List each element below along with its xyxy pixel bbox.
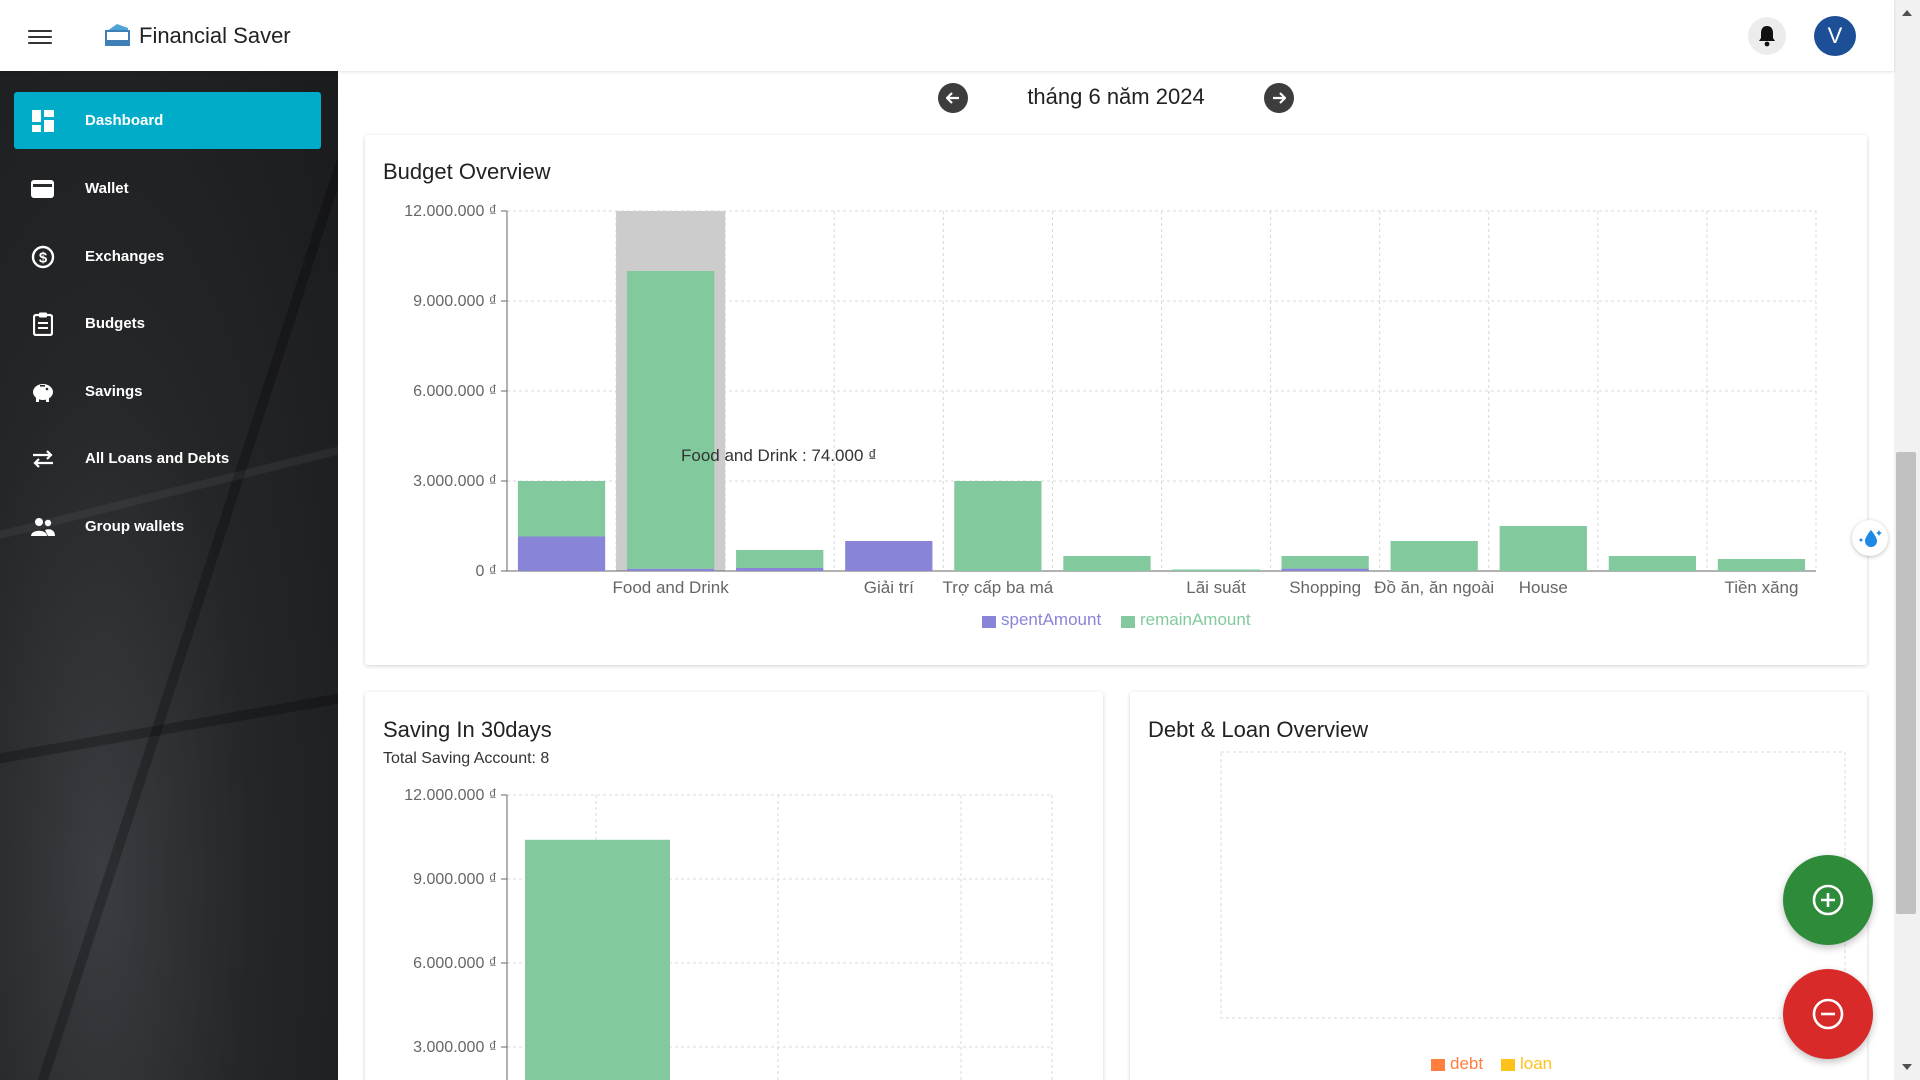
legend-label-debt: debt — [1450, 1054, 1483, 1073]
legend-swatch-debt — [1431, 1059, 1445, 1071]
bar-spent-amount — [517, 536, 606, 571]
sidebar-item-label: Budgets — [85, 315, 145, 332]
bar-saving-amount — [525, 839, 670, 1080]
saving-30days-card: Saving In 30days Total Saving Account: 8… — [365, 692, 1103, 1080]
dashboard-icon — [30, 108, 56, 134]
svg-text:$: $ — [39, 250, 48, 267]
top-app-bar: Financial Saver V — [0, 0, 1894, 71]
previous-month-button[interactable] — [938, 83, 968, 113]
next-month-button[interactable] — [1264, 83, 1294, 113]
empty-chart-grid — [1220, 751, 1846, 1019]
current-month-label: tháng 6 năm 2024 — [1027, 84, 1205, 109]
y-tick-label: 0 ₫ — [475, 563, 497, 580]
x-tick-label: Trợ cấp ba má — [943, 578, 1054, 597]
droplet-sparkle-icon — [1859, 530, 1882, 547]
x-tick-label: Đồ ăn, ăn ngoài — [1374, 578, 1494, 597]
sidebar-item-savings[interactable]: Savings — [14, 363, 321, 420]
arrow-left-icon — [946, 92, 959, 104]
saving-chart: 3.000.000 ₫ 6.000.000 ₫ 9.000.000 ₫ 12.000.… — [404, 787, 1053, 1080]
minus-circle-icon — [1812, 998, 1844, 1030]
legend-label-remain: remainAmount — [1140, 610, 1251, 629]
bar-remain-amount — [736, 550, 824, 568]
x-tick-label: Giải trí — [864, 578, 914, 597]
sidebar-item-label: Dashboard — [85, 112, 164, 129]
sidebar-item-exchanges[interactable]: $ Exchanges — [14, 228, 321, 285]
y-tick-label: 12.000.000 ₫ — [404, 787, 497, 804]
sidebar: Dashboard Wallet $ Exchanges Budgets Sav… — [0, 71, 338, 1080]
debt-loan-chart: debt loan — [1220, 751, 1846, 1073]
bar-remain-amount — [1063, 556, 1151, 571]
bar-remain-amount — [1608, 556, 1697, 571]
debt-loan-card: Debt & Loan Overview debt loan — [1130, 692, 1867, 1080]
y-tick-label: 9.000.000 ₫ — [413, 293, 497, 310]
sidebar-item-dashboard[interactable]: Dashboard — [14, 92, 321, 149]
tooltip-label: Food and Drink : 74.000 ₫ — [681, 446, 877, 465]
legend-swatch-loan — [1501, 1059, 1515, 1071]
sidebar-background-texture — [30, 71, 338, 1080]
y-tick-label: 3.000.000 ₫ — [413, 1039, 497, 1056]
legend-swatch-remain — [1121, 616, 1135, 628]
bar-remain-amount — [954, 481, 1042, 571]
bar-remain-amount — [1172, 569, 1260, 571]
sidebar-item-label: All Loans and Debts — [85, 450, 230, 467]
sidebar-item-label: Exchanges — [85, 248, 165, 265]
sidebar-item-label: Savings — [85, 383, 143, 400]
scrollbar-thumb[interactable] — [1896, 452, 1916, 914]
wallet-icon — [30, 176, 56, 202]
user-avatar[interactable]: V — [1814, 16, 1856, 56]
sidebar-item-label: Group wallets — [85, 518, 185, 535]
exchange-icon: $ — [30, 244, 56, 270]
x-tick-label: Tiền xăng — [1724, 578, 1798, 597]
legend-label-loan: loan — [1520, 1054, 1552, 1073]
sidebar-item-budgets[interactable]: Budgets — [14, 295, 321, 352]
notification-bell-button[interactable] — [1748, 17, 1786, 55]
x-tick-label: Shopping — [1289, 578, 1361, 597]
y-tick-label: 6.000.000 ₫ — [413, 383, 497, 400]
sidebar-item-loans-debts[interactable]: All Loans and Debts — [14, 430, 321, 487]
bar-spent-amount — [1281, 568, 1369, 571]
hamburger-menu-icon[interactable] — [28, 26, 52, 46]
y-tick-label: 9.000.000 ₫ — [413, 871, 497, 888]
bar-remain-amount — [626, 271, 715, 569]
app-logo-icon — [105, 24, 130, 46]
legend-swatch-spent — [982, 616, 996, 628]
add-transaction-button[interactable] — [1783, 855, 1873, 945]
y-tick-label: 12.000.000 ₫ — [404, 203, 497, 220]
swap-arrows-icon — [30, 446, 56, 472]
y-tick-label: 6.000.000 ₫ — [413, 955, 497, 972]
bar-remain-amount — [1281, 556, 1369, 569]
x-tick-label: Lãi suất — [1186, 578, 1246, 597]
scroll-up-icon[interactable] — [1902, 10, 1912, 16]
legend-label-spent: spentAmount — [1001, 610, 1101, 629]
sidebar-item-group-wallets[interactable]: Group wallets — [14, 498, 321, 555]
bar-remain-amount — [1390, 541, 1478, 571]
assistant-helper-button[interactable] — [1852, 520, 1888, 556]
bell-icon — [1759, 26, 1775, 47]
clipboard-icon — [30, 311, 56, 337]
app-title: Financial Saver — [139, 23, 291, 48]
plus-circle-icon — [1812, 884, 1844, 916]
remove-transaction-button[interactable] — [1783, 969, 1873, 1059]
bar-remain-amount — [1717, 559, 1806, 571]
arrow-right-icon — [1273, 92, 1286, 104]
budget-overview-chart: 0 ₫ 3.000.000 ₫ 6.000.000 ₫ 9.000.000 ₫ 12.0… — [404, 203, 1817, 629]
bar-remain-amount — [1499, 526, 1587, 571]
bar-spent-amount — [626, 568, 715, 571]
sidebar-item-label: Wallet — [85, 180, 129, 197]
piggy-bank-icon — [30, 379, 56, 405]
x-tick-label: Food and Drink — [613, 578, 730, 597]
y-tick-label: 3.000.000 ₫ — [413, 473, 497, 490]
people-icon — [30, 514, 56, 540]
bar-spent-amount — [845, 541, 933, 571]
bar-spent-amount — [736, 568, 824, 571]
budget-overview-card: Budget Overview 0 ₫ 3.000.000 ₫ 6.000.000 … — [365, 135, 1867, 665]
x-tick-label: House — [1519, 578, 1568, 597]
scroll-down-icon[interactable] — [1902, 1064, 1912, 1070]
sidebar-item-wallet[interactable]: Wallet — [14, 160, 321, 217]
bar-remain-amount — [517, 481, 606, 537]
page-scrollbar[interactable] — [1894, 0, 1920, 1080]
